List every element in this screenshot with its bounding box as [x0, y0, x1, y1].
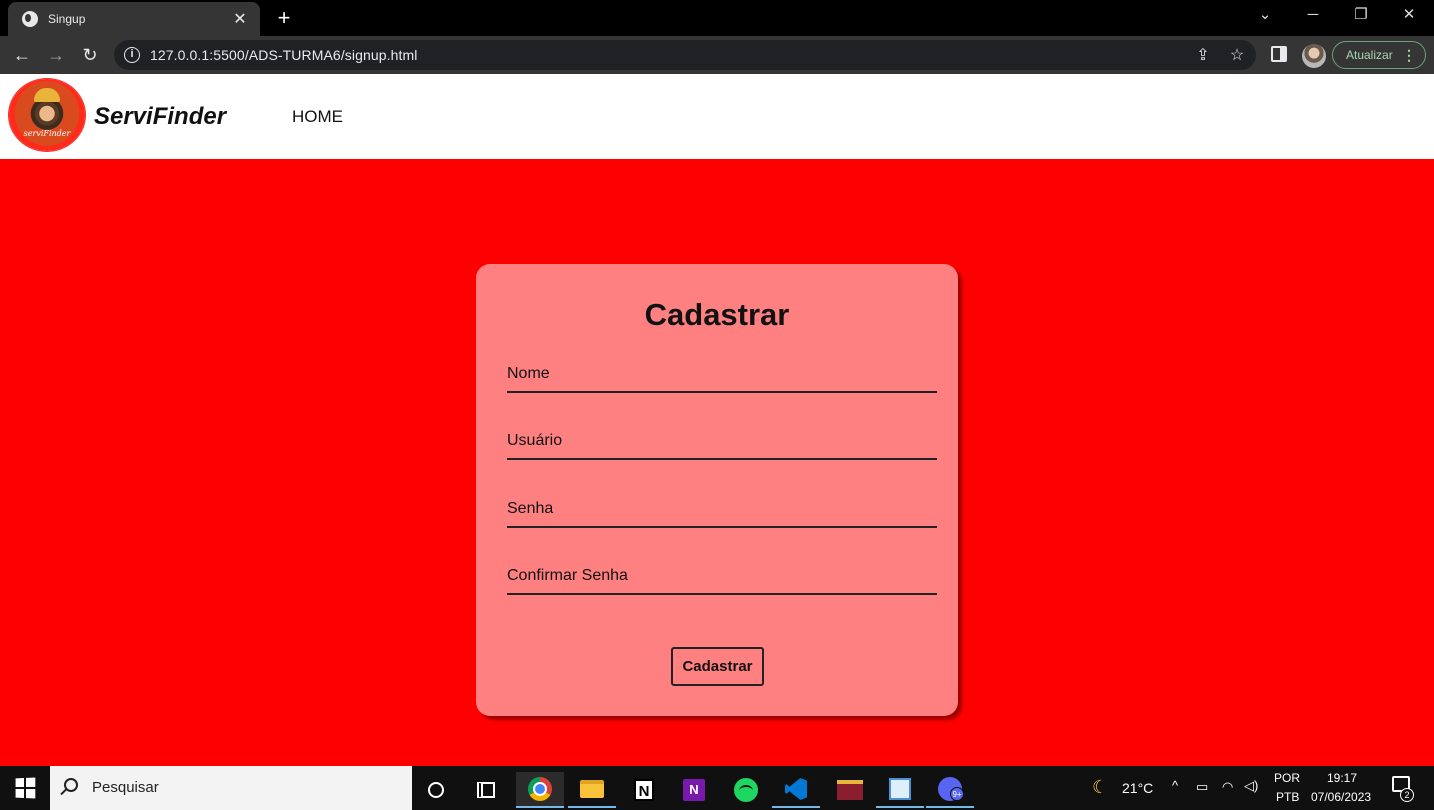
chrome-icon	[528, 777, 552, 801]
minimize-button[interactable]: ─	[1298, 4, 1328, 26]
url-text[interactable]: 127.0.0.1:5500/ADS-TURMA6/signup.html	[150, 47, 418, 63]
winrar-icon	[837, 780, 863, 800]
star-icon[interactable]: ☆	[1226, 45, 1248, 65]
forward-icon[interactable]: →	[44, 43, 68, 67]
chrome-taskbar-button[interactable]	[516, 772, 564, 808]
restore-button[interactable]: ❐	[1346, 4, 1376, 26]
tab-search-button[interactable]: ⌄	[1250, 4, 1280, 26]
search-placeholder: Pesquisar	[92, 779, 159, 796]
clock-time[interactable]: 19:17	[1327, 771, 1357, 785]
helmet-icon	[34, 88, 60, 102]
site-header: serviFinder ServiFinder HOME	[0, 74, 1434, 159]
profile-avatar[interactable]	[1302, 44, 1326, 68]
tab-title: Singup	[48, 12, 86, 26]
browser-tab[interactable]: Singup ✕	[8, 2, 260, 36]
discord-taskbar-button[interactable]: 9+	[926, 772, 974, 808]
signup-card: Cadastrar Cadastrar	[476, 264, 958, 716]
volume-icon[interactable]: ◁)	[1244, 778, 1258, 794]
onenote-taskbar-button[interactable]: N	[670, 772, 718, 808]
notion-icon: N	[634, 779, 654, 801]
taskview-button[interactable]	[462, 772, 510, 808]
reload-icon[interactable]: ↻	[78, 43, 102, 67]
back-icon[interactable]: ←	[10, 43, 34, 67]
spotify-icon	[734, 778, 758, 802]
confirmar-senha-field	[507, 555, 937, 595]
senha-field	[507, 488, 937, 528]
close-icon[interactable]: ✕	[230, 9, 250, 29]
logo-text: serviFinder	[23, 129, 71, 138]
servifinder-logo[interactable]: serviFinder	[9, 79, 85, 151]
browser-tabstrip: Singup ✕ + ⌄ ─ ❐ ✕	[0, 0, 1434, 36]
cortana-button[interactable]	[412, 772, 460, 808]
brand-name: ServiFinder	[94, 103, 227, 130]
battery-icon[interactable]: ▭	[1196, 779, 1208, 795]
taskview-icon	[477, 782, 495, 798]
spotify-taskbar-button[interactable]	[722, 772, 770, 808]
confirmar-senha-input[interactable]	[507, 555, 937, 593]
clock-date[interactable]: 07/06/2023	[1311, 790, 1371, 804]
close-window-button[interactable]: ✕	[1394, 4, 1424, 26]
taskbar-search[interactable]: Pesquisar	[50, 766, 412, 810]
taskbar: Pesquisar N N 9+ ☾ 21°C ^ ▭ ◠ ◁) POR PTB…	[0, 766, 1434, 810]
windows-icon[interactable]	[15, 777, 36, 799]
explorer-taskbar-button[interactable]	[568, 772, 616, 808]
new-tab-button[interactable]: +	[272, 6, 296, 30]
winrar-taskbar-button[interactable]	[826, 772, 874, 808]
globe-icon	[22, 11, 38, 27]
usuario-input[interactable]	[507, 420, 937, 458]
senha-input[interactable]	[507, 488, 937, 526]
paint-icon	[889, 778, 911, 800]
wifi-icon[interactable]: ◠	[1222, 779, 1233, 795]
moon-icon[interactable]: ☾	[1092, 777, 1108, 798]
browser-toolbar: ← → ↻ i 127.0.0.1:5500/ADS-TURMA6/signup…	[0, 36, 1434, 74]
cadastrar-button[interactable]: Cadastrar	[671, 647, 764, 686]
nav-home-link[interactable]: HOME	[292, 107, 343, 127]
page-viewport: serviFinder ServiFinder HOME Cadastrar C…	[0, 74, 1434, 766]
share-icon[interactable]: ⇪	[1192, 45, 1214, 65]
discord-icon: 9+	[938, 777, 964, 801]
usuario-field	[507, 420, 937, 460]
temperature[interactable]: 21°C	[1122, 780, 1153, 796]
notification-count: 2	[1400, 788, 1414, 802]
vscode-taskbar-button[interactable]	[772, 772, 820, 808]
update-label: Atualizar	[1346, 48, 1393, 62]
address-bar[interactable]: i 127.0.0.1:5500/ADS-TURMA6/signup.html …	[114, 40, 1256, 70]
notion-taskbar-button[interactable]: N	[620, 772, 668, 808]
cortana-icon	[428, 782, 444, 798]
sidepanel-icon[interactable]	[1271, 46, 1287, 62]
language-bottom[interactable]: PTB	[1276, 790, 1299, 804]
onenote-icon: N	[683, 779, 705, 801]
chevron-up-icon[interactable]: ^	[1172, 778, 1178, 793]
nome-field	[507, 353, 937, 393]
language-top[interactable]: POR	[1274, 771, 1300, 785]
paint-taskbar-button[interactable]	[876, 772, 924, 808]
folder-icon	[580, 780, 604, 798]
vscode-icon	[785, 778, 807, 800]
menu-icon[interactable]: ⋮	[1402, 42, 1416, 68]
update-button[interactable]: Atualizar ⋮	[1332, 41, 1426, 69]
nome-input[interactable]	[507, 353, 937, 391]
search-icon	[64, 778, 78, 792]
info-icon[interactable]: i	[124, 47, 140, 63]
form-title: Cadastrar	[644, 297, 790, 332]
discord-badge: 9+	[950, 787, 964, 801]
